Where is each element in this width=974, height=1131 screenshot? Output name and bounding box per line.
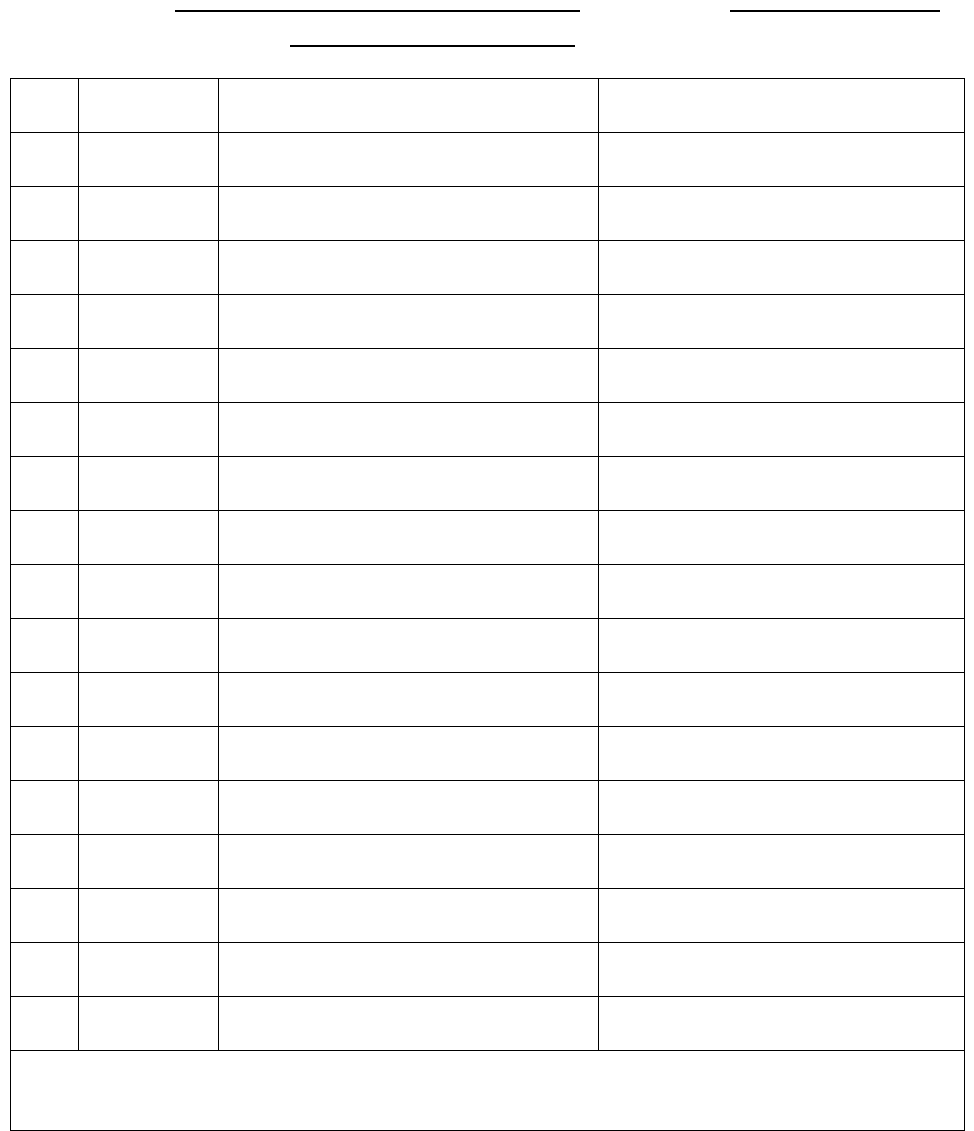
table-cell <box>79 511 219 565</box>
header-underline-2 <box>730 10 940 12</box>
table-cell <box>219 889 599 943</box>
table-cell <box>599 403 965 457</box>
table-row <box>11 565 965 619</box>
header-underline-3 <box>290 45 575 47</box>
table-cell <box>219 835 599 889</box>
table-cell <box>599 673 965 727</box>
table-row <box>11 295 965 349</box>
table-cell <box>79 619 219 673</box>
table-cell <box>599 889 965 943</box>
table-cell <box>219 349 599 403</box>
table-row <box>11 619 965 673</box>
table-cell <box>11 295 79 349</box>
table-cell <box>219 457 599 511</box>
table-cell <box>219 565 599 619</box>
table-cell <box>11 781 79 835</box>
table-cell <box>11 133 79 187</box>
table-cell <box>79 79 219 133</box>
table-cell <box>11 241 79 295</box>
table-cell <box>219 133 599 187</box>
table-cell <box>11 565 79 619</box>
table-cell <box>599 619 965 673</box>
table-cell <box>219 943 599 997</box>
table-cell <box>11 457 79 511</box>
table-cell <box>79 943 219 997</box>
table-cell <box>219 997 599 1051</box>
table-row <box>11 673 965 727</box>
table-cell <box>219 241 599 295</box>
table-cell <box>219 511 599 565</box>
table-footer-cell <box>11 1051 965 1131</box>
table-footer-row <box>11 1051 965 1131</box>
table-cell <box>219 673 599 727</box>
table-cell <box>599 133 965 187</box>
table-cell <box>11 511 79 565</box>
table-cell <box>11 403 79 457</box>
table-cell <box>599 835 965 889</box>
table-cell <box>11 835 79 889</box>
table-row <box>11 997 965 1051</box>
table-cell <box>599 79 965 133</box>
table-cell <box>599 781 965 835</box>
table-row <box>11 241 965 295</box>
table-cell <box>79 565 219 619</box>
table-cell <box>599 349 965 403</box>
table-cell <box>79 133 219 187</box>
table-cell <box>79 241 219 295</box>
table-cell <box>11 79 79 133</box>
table-cell <box>79 781 219 835</box>
table-cell <box>219 295 599 349</box>
table-row <box>11 133 965 187</box>
table-cell <box>79 835 219 889</box>
blank-form-table <box>10 78 965 1131</box>
table-cell <box>11 349 79 403</box>
table-cell <box>79 997 219 1051</box>
table-row <box>11 349 965 403</box>
table-row <box>11 835 965 889</box>
table-cell <box>79 403 219 457</box>
table-cell <box>11 889 79 943</box>
table-cell <box>599 241 965 295</box>
table-cell <box>11 619 79 673</box>
table-cell <box>599 943 965 997</box>
table-cell <box>79 889 219 943</box>
table-row <box>11 781 965 835</box>
table-cell <box>11 673 79 727</box>
table-cell <box>11 997 79 1051</box>
table-cell <box>599 187 965 241</box>
table-cell <box>219 781 599 835</box>
table-cell <box>11 727 79 781</box>
table-cell <box>219 79 599 133</box>
table-cell <box>79 673 219 727</box>
table-row <box>11 187 965 241</box>
table-cell <box>79 727 219 781</box>
table-cell <box>79 457 219 511</box>
table-cell <box>219 187 599 241</box>
table-cell <box>219 619 599 673</box>
table-cell <box>79 187 219 241</box>
table-cell <box>11 187 79 241</box>
table-row <box>11 511 965 565</box>
table-cell <box>79 349 219 403</box>
table-cell <box>79 295 219 349</box>
table-cell <box>599 295 965 349</box>
table-cell <box>599 565 965 619</box>
header-underline-1 <box>175 10 580 12</box>
table-row <box>11 889 965 943</box>
table-row <box>11 943 965 997</box>
table-row <box>11 457 965 511</box>
table-cell <box>599 511 965 565</box>
table-row <box>11 727 965 781</box>
table-row <box>11 79 965 133</box>
table-cell <box>599 997 965 1051</box>
table-cell <box>219 727 599 781</box>
table-cell <box>219 403 599 457</box>
table-cell <box>599 727 965 781</box>
table-cell <box>599 457 965 511</box>
table-cell <box>11 943 79 997</box>
table-row <box>11 403 965 457</box>
